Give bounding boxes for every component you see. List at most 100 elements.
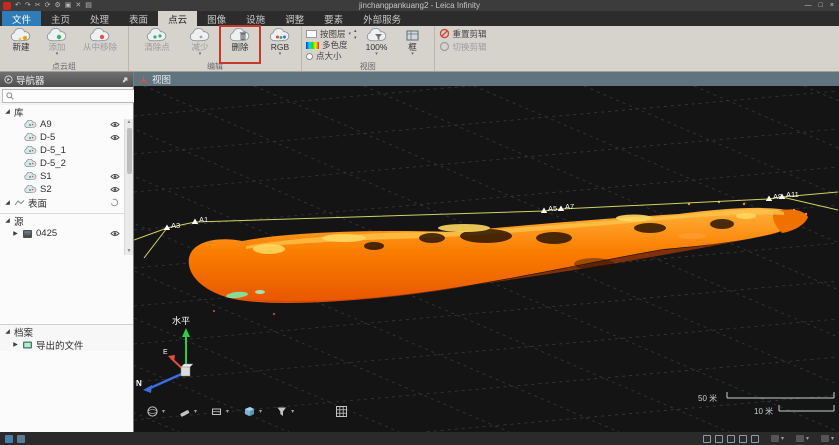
navigator-tree: ◢ 库 A9 D-5 D-5_1 D-5_2	[0, 105, 133, 432]
tree-item-S2[interactable]: S2	[0, 183, 133, 196]
slice-tool[interactable]: ▾	[210, 405, 229, 418]
view-icon[interactable]	[17, 435, 25, 443]
chevron-down-icon[interactable]: ▾	[226, 408, 229, 415]
eye-icon[interactable]	[110, 134, 120, 141]
tree-item-A9[interactable]: A9	[0, 118, 133, 131]
pane-icon-4[interactable]	[739, 435, 747, 443]
multi-color-option[interactable]: 多色度	[306, 40, 351, 50]
expander-icon[interactable]: ◢	[4, 199, 11, 206]
minimize-button[interactable]: —	[805, 1, 812, 10]
close-doc-icon[interactable]: ✕	[75, 1, 81, 10]
pane-icon-3[interactable]	[727, 435, 735, 443]
tab-services[interactable]: 外部服务	[353, 11, 411, 26]
cut-icon[interactable]: ✂	[35, 1, 41, 10]
new-pointcloud-group-button[interactable]: 新建	[4, 27, 38, 52]
undo-icon[interactable]: ↶	[15, 1, 21, 10]
grid-toggle[interactable]	[335, 405, 348, 418]
project-icon[interactable]	[5, 435, 13, 443]
add-to-group-button[interactable]: 添加 ▾	[40, 27, 74, 56]
viewcube-tool[interactable]: ▾	[242, 404, 262, 418]
frame-view-button[interactable]: 框 ▾	[396, 27, 430, 56]
scroll-up-icon[interactable]: ▲	[127, 119, 132, 126]
tab-process[interactable]: 处理	[80, 11, 119, 26]
color-by-layer-option[interactable]: 按图层 ▾	[306, 29, 351, 39]
tree-section-source[interactable]: ◢ 源	[0, 214, 133, 227]
tree-item-D-5_2[interactable]: D-5_2	[0, 157, 133, 170]
chevron-down-icon[interactable]: ▾	[291, 408, 294, 415]
expander-icon[interactable]: ◢	[4, 217, 11, 224]
collapsed-arrow-icon[interactable]: ▶	[12, 230, 19, 237]
point-marker-A5[interactable]: A5	[541, 204, 557, 213]
tree-section-surfaces[interactable]: ◢ 表面	[0, 196, 133, 209]
tree-item-0425[interactable]: ▶ 0425	[0, 227, 133, 240]
pane-icon-1[interactable]	[703, 435, 711, 443]
point-marker-A9[interactable]: A9	[766, 192, 782, 201]
clear-points-button[interactable]: 清除点	[133, 27, 181, 52]
viewport-canvas[interactable]: A3A1A5A7A9A11 水平 E N 50 米 10 米	[134, 86, 838, 432]
chevron-down-icon[interactable]: ▾	[162, 408, 165, 415]
chevron-down-icon[interactable]: ▾	[194, 408, 197, 415]
viewport[interactable]: 视图	[134, 72, 839, 432]
pane-icon-5[interactable]	[751, 435, 759, 443]
svg-text:A3: A3	[171, 221, 180, 230]
eye-icon[interactable]	[110, 230, 120, 237]
style-settings[interactable]: ▾	[821, 435, 834, 442]
pane-icon-2[interactable]	[715, 435, 723, 443]
point-size-radio[interactable]	[306, 53, 313, 60]
tab-home[interactable]: 主页	[41, 11, 80, 26]
scrollbar-thumb[interactable]	[127, 128, 132, 174]
redo-icon[interactable]: ↷	[25, 1, 31, 10]
point-density-button[interactable]: 100% ▾	[360, 27, 394, 56]
orbit-tool[interactable]: ▾	[146, 405, 165, 418]
tree-item-D-5_1[interactable]: D-5_1	[0, 144, 133, 157]
tree-section-library[interactable]: ◢ 库	[0, 105, 133, 118]
tree-scrollbar[interactable]: ▲ ▼	[124, 119, 133, 255]
point-size-option[interactable]: 点大小	[306, 51, 351, 61]
remove-from-group-button[interactable]: 从中移除	[76, 27, 124, 52]
expander-icon[interactable]: ◢	[4, 108, 11, 115]
delete-points-button[interactable]: 删除	[223, 27, 257, 52]
point-marker-A1[interactable]: A1	[192, 215, 208, 224]
tab-adjustments[interactable]: 调整	[275, 11, 314, 26]
settings-icon[interactable]: ⚙	[55, 1, 61, 10]
snap-settings[interactable]: ▾	[771, 435, 784, 442]
point-marker-A7[interactable]: A7	[558, 202, 574, 211]
tab-surfaces[interactable]: 表面	[119, 11, 158, 26]
rgb-colorize-button[interactable]: RGB ▾	[263, 27, 297, 56]
tree-item-S1[interactable]: S1	[0, 170, 133, 183]
reset-clip-button[interactable]: 重置剪辑	[439, 27, 487, 40]
step-down-icon[interactable]: ▾	[354, 36, 357, 40]
chevron-down-icon[interactable]: ▾	[259, 408, 262, 415]
navigator-icon	[4, 75, 13, 84]
toggle-clip-button[interactable]: 切换剪辑	[439, 40, 487, 53]
eye-icon[interactable]	[110, 173, 120, 180]
tab-file[interactable]: 文件	[2, 11, 41, 26]
maximize-button[interactable]: □	[819, 1, 823, 10]
eye-icon[interactable]	[110, 186, 120, 193]
list-icon[interactable]: ▤	[85, 1, 92, 10]
point-size-stepper[interactable]: ▴ ▾	[353, 27, 358, 40]
tab-infrastructure[interactable]: 设施	[236, 11, 275, 26]
close-button[interactable]: ×	[830, 1, 834, 10]
measure-tool[interactable]: ▾	[178, 405, 197, 418]
eye-icon[interactable]	[110, 121, 120, 128]
expander-icon[interactable]: ◢	[4, 328, 11, 335]
step-up-icon[interactable]: ▴	[354, 29, 357, 33]
search-input[interactable]	[17, 91, 134, 101]
reduce-points-button[interactable]: 减少 ▾	[183, 27, 217, 56]
collapsed-arrow-icon[interactable]: ▶	[12, 341, 19, 348]
filter-tool[interactable]: ▾	[275, 405, 294, 418]
pin-icon[interactable]	[121, 76, 129, 84]
tree-item-D-5[interactable]: D-5	[0, 131, 133, 144]
tab-imaging[interactable]: 图像	[197, 11, 236, 26]
gizmo-north-label: N	[136, 379, 142, 388]
tab-features[interactable]: 要素	[314, 11, 353, 26]
sync-icon[interactable]: ⟳	[45, 1, 51, 10]
tab-point-clouds[interactable]: 点云	[158, 11, 197, 26]
tree-item-exported-files[interactable]: ▶ 导出的文件	[0, 338, 133, 351]
point-marker-A3[interactable]: A3	[164, 221, 180, 230]
tree-section-archive[interactable]: ◢ 档案	[0, 325, 133, 338]
unit-settings[interactable]: ▾	[796, 435, 809, 442]
window-icon[interactable]: ▣	[65, 1, 72, 10]
scroll-down-icon[interactable]: ▼	[127, 248, 132, 255]
